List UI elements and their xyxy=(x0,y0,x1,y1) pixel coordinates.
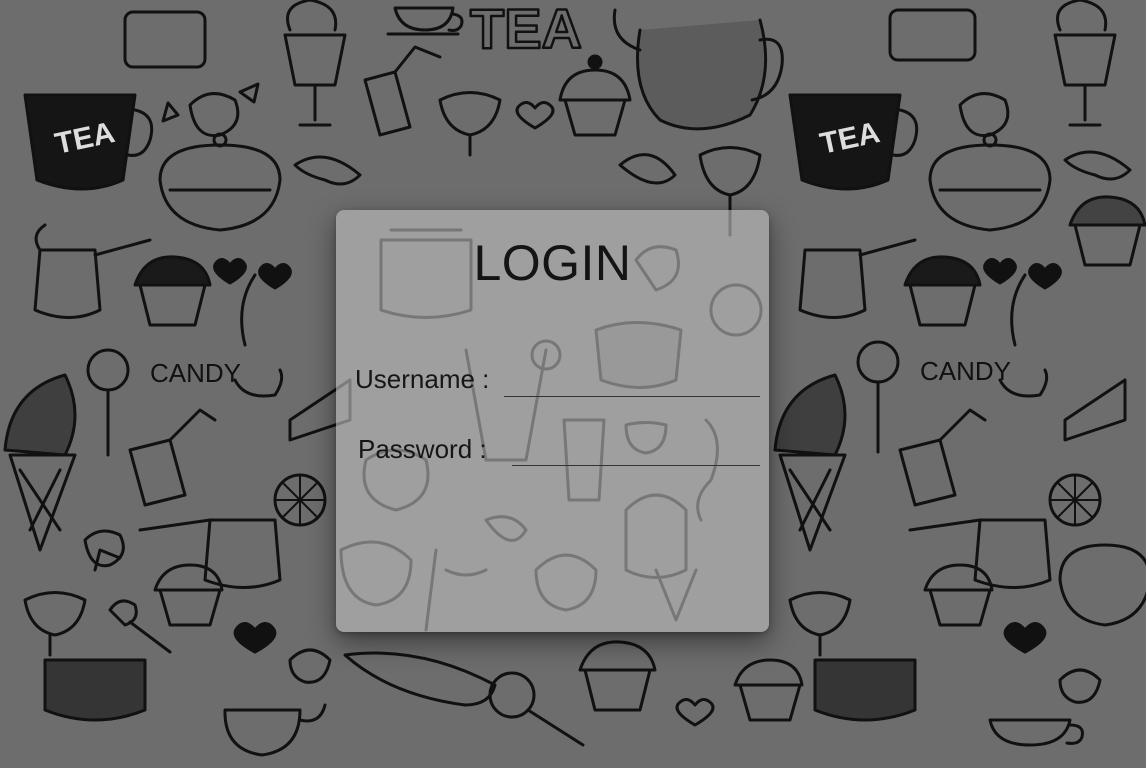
heart-icon xyxy=(233,622,277,654)
croissant-icon xyxy=(618,153,677,185)
cake-slice-icon xyxy=(1063,378,1127,442)
coffee-pot-icon xyxy=(798,238,917,319)
heart-icon xyxy=(515,101,555,130)
orange-slice-icon xyxy=(1048,473,1102,527)
lollipop-icon xyxy=(488,671,585,747)
candy-word: CANDY xyxy=(150,358,241,388)
ice-cream-cone-icon xyxy=(3,373,77,552)
candy-icon xyxy=(83,529,125,572)
tea-bag-icon xyxy=(363,45,442,137)
cupcake-icon xyxy=(903,255,982,327)
cupcake-icon xyxy=(558,54,632,137)
lollipop-icon xyxy=(86,348,130,457)
cupcake-icon xyxy=(153,563,224,627)
candy-icon xyxy=(958,92,1010,138)
password-input[interactable] xyxy=(512,435,760,466)
cupcake-icon xyxy=(578,640,657,712)
heart-icon xyxy=(675,698,715,727)
candy-icon xyxy=(161,82,260,138)
cupcake-icon xyxy=(1068,195,1146,267)
coffee-pot-icon xyxy=(33,223,152,319)
teapot-icon xyxy=(612,8,784,131)
sugar-bowl-icon xyxy=(928,132,1052,232)
cupcake-icon xyxy=(733,658,804,722)
teapot-icon xyxy=(1058,543,1146,627)
password-label: Password : xyxy=(358,434,487,464)
cake-icon xyxy=(43,658,147,722)
sugar-bowl-icon xyxy=(158,132,282,232)
tea-bag-icon xyxy=(898,408,987,507)
login-title: LOGIN xyxy=(473,235,632,291)
wine-glass-icon xyxy=(23,591,87,657)
cupcake-icon xyxy=(923,563,994,627)
username-label: Username : xyxy=(355,364,490,394)
username-input[interactable] xyxy=(504,366,760,397)
lollipop-icon xyxy=(856,340,900,454)
croissant-icon xyxy=(293,150,1132,186)
cupcake-icon xyxy=(133,255,212,327)
cake-icon xyxy=(813,658,917,722)
ice-cream-icon xyxy=(1053,0,1117,127)
candy-icon xyxy=(288,648,332,684)
tea-bag-icon xyxy=(128,408,217,507)
candy-icon xyxy=(1058,668,1102,704)
tea-word: TEA xyxy=(470,0,582,60)
orange-slice-icon xyxy=(273,473,327,527)
login-card: LOGIN Username : Password : xyxy=(336,210,769,632)
ice-cream-icon xyxy=(283,0,347,127)
heart-icon xyxy=(1003,622,1047,654)
teacup-icon xyxy=(988,718,1084,747)
teacup-icon xyxy=(386,6,464,36)
wine-glass-icon xyxy=(438,91,502,157)
candy-word: CANDY xyxy=(920,356,1011,386)
spoon-icon xyxy=(108,599,172,654)
ice-cream-cone-icon xyxy=(773,373,847,552)
teapot-icon xyxy=(223,703,327,757)
tray-icon xyxy=(343,651,497,707)
wine-glass-icon xyxy=(788,591,852,657)
